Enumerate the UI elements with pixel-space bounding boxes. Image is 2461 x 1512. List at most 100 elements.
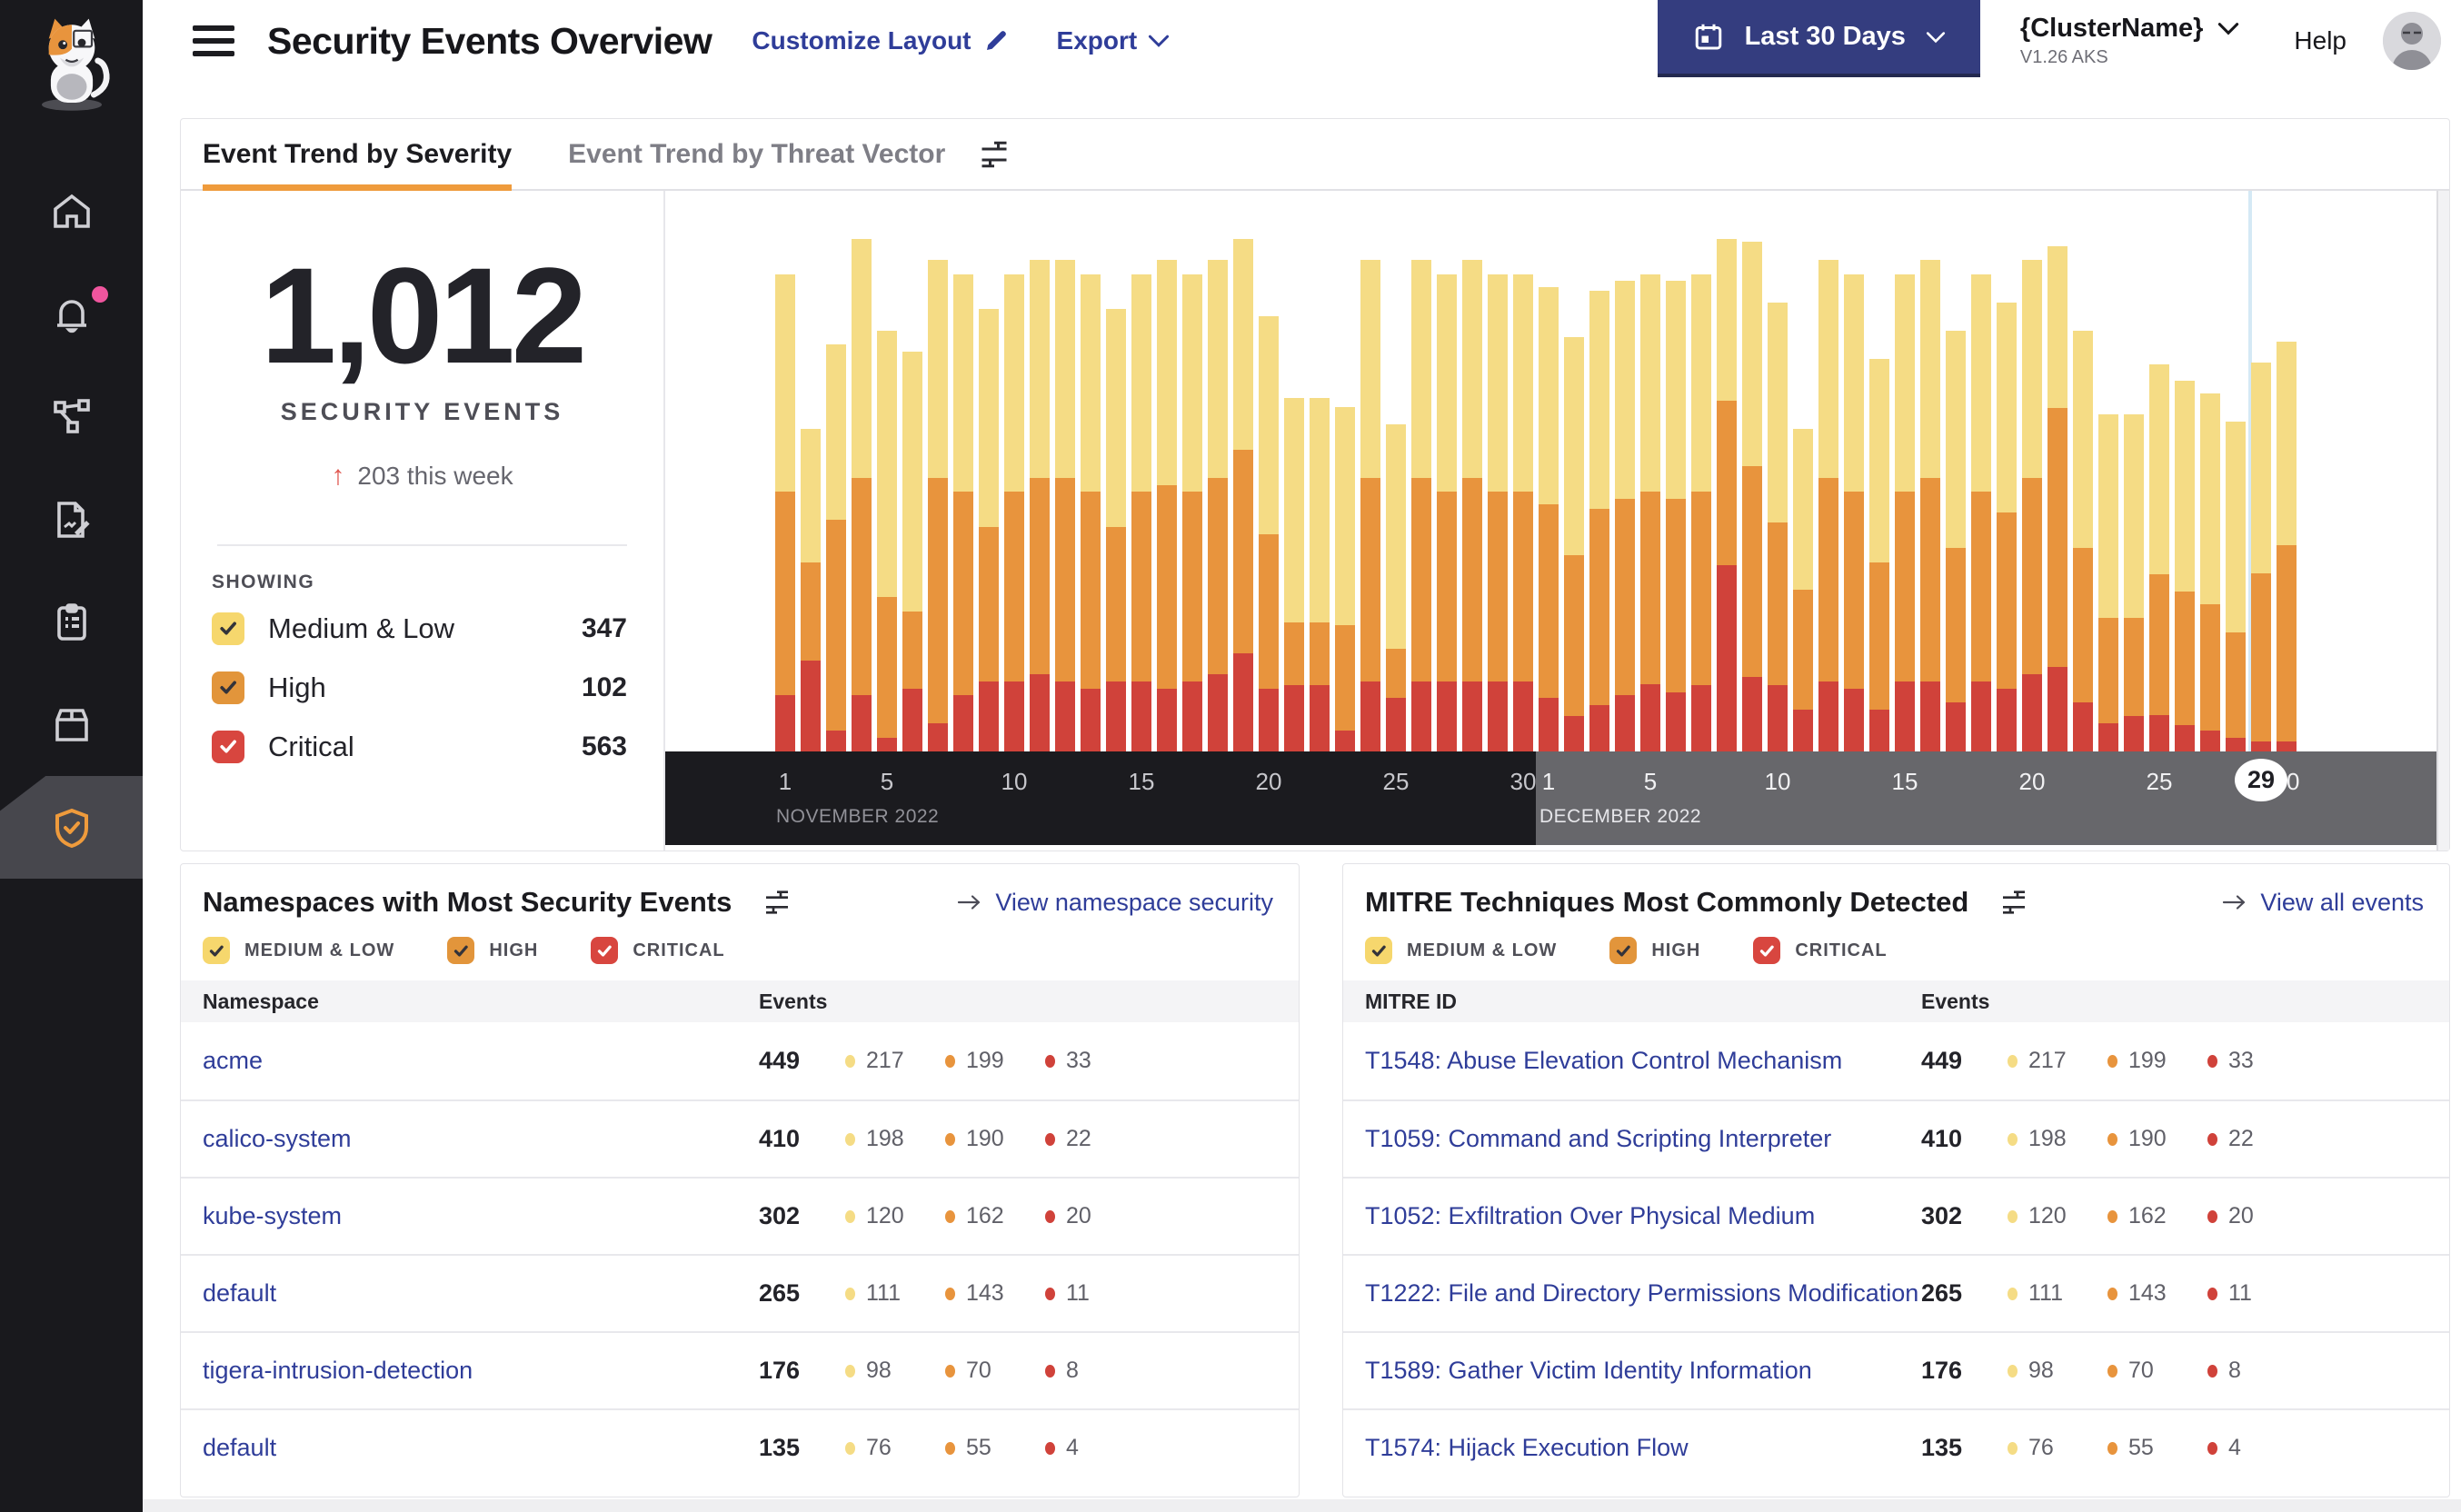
bar-dec-7[interactable]	[1691, 274, 1711, 751]
tab-event-trend-by-severity[interactable]: Event Trend by Severity	[203, 119, 513, 191]
namespace-link[interactable]: default	[203, 1279, 759, 1308]
bar-nov-22[interactable]	[1310, 397, 1330, 751]
date-range-button[interactable]: Last 30 Days	[1657, 0, 1980, 77]
sidebar-item-compliance[interactable]	[0, 571, 143, 673]
table-row[interactable]: calico-system 410 198 190 22	[181, 1099, 1299, 1177]
bar-dec-22[interactable]	[2073, 330, 2093, 751]
sidebar-item-service-graph[interactable]	[0, 365, 143, 468]
checkbox-medium-low[interactable]	[203, 937, 230, 964]
customize-layout-button[interactable]: Customize Layout	[752, 26, 1009, 55]
filter-high[interactable]: HIGH	[1609, 937, 1700, 964]
table-row[interactable]: T1574: Hijack Execution Flow 135 76 55 4	[1343, 1408, 2449, 1486]
mitre-technique-link[interactable]: T1574: Hijack Execution Flow	[1365, 1434, 1921, 1462]
bar-dec-3[interactable]	[1589, 291, 1609, 751]
checkbox-medium-low[interactable]	[212, 612, 244, 645]
bar-dec-23[interactable]	[2098, 414, 2118, 751]
view-namespace-security-link[interactable]: View namespace security	[957, 889, 1273, 917]
filter-critical[interactable]: CRITICAL	[1753, 937, 1887, 964]
filter-medium-low[interactable]: MEDIUM & LOW	[1365, 937, 1557, 964]
bar-dec-12[interactable]	[1818, 260, 1838, 751]
checkbox-high[interactable]	[212, 671, 244, 704]
table-row[interactable]: default 135 76 55 4	[181, 1408, 1299, 1486]
bar-nov-10[interactable]	[1004, 274, 1024, 751]
bar-dec-11[interactable]	[1793, 428, 1813, 751]
bar-dec-14[interactable]	[1869, 358, 1889, 751]
namespace-link[interactable]: default	[203, 1434, 759, 1462]
bar-dec-4[interactable]	[1615, 281, 1635, 751]
table-row[interactable]: acme 449 217 199 33	[181, 1022, 1299, 1099]
sidebar-item-policies[interactable]	[0, 468, 143, 571]
highlighted-day-marker[interactable]: 29	[2235, 759, 2287, 801]
bar-nov-23[interactable]	[1335, 407, 1355, 751]
bar-dec-10[interactable]	[1768, 302, 1788, 751]
bar-nov-15[interactable]	[1131, 274, 1151, 751]
tab-event-trend-by-threat-vector[interactable]: Event Trend by Threat Vector	[568, 119, 945, 189]
bar-dec-18[interactable]	[1971, 274, 1991, 751]
mitre-technique-link[interactable]: T1052: Exfiltration Over Physical Medium	[1365, 1202, 1921, 1230]
bar-dec-2[interactable]	[1564, 337, 1584, 751]
bar-dec-15[interactable]	[1895, 274, 1915, 751]
table-row[interactable]: T1052: Exfiltration Over Physical Medium…	[1343, 1177, 2449, 1254]
bar-dec-30[interactable]	[2277, 341, 2297, 751]
checkbox-critical[interactable]	[591, 937, 619, 964]
bar-nov-17[interactable]	[1182, 274, 1202, 751]
bar-nov-14[interactable]	[1106, 309, 1126, 751]
table-row[interactable]: kube-system 302 120 162 20	[181, 1177, 1299, 1254]
bar-dec-8[interactable]	[1717, 239, 1737, 751]
sidebar-item-workloads[interactable]	[0, 673, 143, 776]
legend-high[interactable]: High 102	[212, 658, 627, 717]
filter-medium-low[interactable]: MEDIUM & LOW	[203, 937, 394, 964]
bar-nov-24[interactable]	[1360, 260, 1380, 751]
checkbox-critical[interactable]	[212, 730, 244, 763]
bar-dec-21[interactable]	[2048, 245, 2067, 751]
sidebar-item-home[interactable]	[0, 160, 143, 263]
sidebar-item-alerts[interactable]	[0, 263, 143, 365]
namespace-link[interactable]: calico-system	[203, 1125, 759, 1153]
bar-dec-6[interactable]	[1666, 281, 1686, 751]
bar-dec-1[interactable]	[1539, 286, 1559, 751]
table-row[interactable]: T1059: Command and Scripting Interpreter…	[1343, 1099, 2449, 1177]
mitre-technique-link[interactable]: T1548: Abuse Elevation Control Mechanism	[1365, 1047, 1921, 1075]
table-row[interactable]: T1589: Gather Victim Identity Informatio…	[1343, 1331, 2449, 1408]
bar-nov-29[interactable]	[1488, 274, 1508, 751]
bar-dec-13[interactable]	[1844, 274, 1864, 751]
filter-critical[interactable]: CRITICAL	[591, 937, 724, 964]
bar-nov-21[interactable]	[1284, 397, 1304, 751]
checkbox-medium-low[interactable]	[1365, 937, 1392, 964]
bar-nov-3[interactable]	[826, 343, 846, 751]
bar-nov-30[interactable]	[1513, 274, 1533, 751]
table-row[interactable]: default 265 111 143 11	[181, 1254, 1299, 1331]
view-all-events-link[interactable]: View all events	[2222, 889, 2424, 917]
hamburger-menu-icon[interactable]	[193, 25, 234, 56]
bar-dec-5[interactable]	[1640, 274, 1660, 751]
bar-nov-18[interactable]	[1208, 260, 1228, 751]
bar-nov-9[interactable]	[979, 309, 999, 751]
bar-nov-19[interactable]	[1233, 239, 1253, 751]
legend-medium-low[interactable]: Medium & Low 347	[212, 599, 627, 658]
bar-dec-27[interactable]	[2200, 393, 2220, 751]
bar-dec-26[interactable]	[2175, 381, 2195, 751]
bar-nov-20[interactable]	[1259, 316, 1279, 751]
bar-nov-25[interactable]	[1386, 424, 1406, 751]
calico-cat-logo[interactable]	[22, 13, 122, 113]
bar-dec-16[interactable]	[1920, 260, 1940, 751]
bar-nov-1[interactable]	[775, 274, 795, 751]
mitre-technique-link[interactable]: T1059: Command and Scripting Interpreter	[1365, 1125, 1921, 1153]
checkbox-high[interactable]	[1609, 937, 1638, 964]
table-row[interactable]: T1222: File and Directory Permissions Mo…	[1343, 1254, 2449, 1331]
bar-nov-12[interactable]	[1055, 260, 1075, 751]
mitre-settings-sliders-icon[interactable]	[1999, 888, 2028, 917]
bar-dec-20[interactable]	[2022, 260, 2042, 751]
mitre-technique-link[interactable]: T1589: Gather Victim Identity Informatio…	[1365, 1357, 1921, 1385]
bar-nov-28[interactable]	[1462, 260, 1482, 751]
bar-nov-7[interactable]	[928, 260, 948, 751]
bar-dec-29[interactable]	[2251, 363, 2271, 751]
bar-nov-5[interactable]	[877, 330, 897, 751]
table-row[interactable]: tigera-intrusion-detection 176 98 70 8	[181, 1331, 1299, 1408]
namespace-link[interactable]: kube-system	[203, 1202, 759, 1230]
export-button[interactable]: Export	[1057, 26, 1171, 55]
table-row[interactable]: T1548: Abuse Elevation Control Mechanism…	[1343, 1022, 2449, 1099]
namespaces-settings-sliders-icon[interactable]	[762, 888, 792, 917]
bar-dec-17[interactable]	[1946, 330, 1966, 751]
help-link[interactable]: Help	[2294, 26, 2346, 55]
